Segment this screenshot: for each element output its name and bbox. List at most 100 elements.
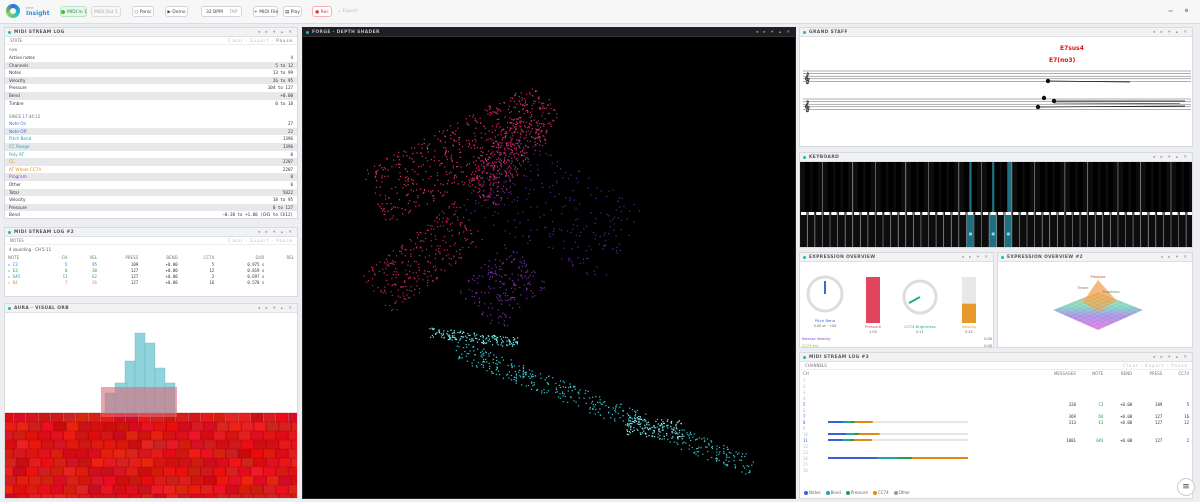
- black-key[interactable]: [888, 162, 894, 212]
- staff-notation: E7sus4 E7(no3) 𝄞𝄞: [803, 45, 1191, 112]
- since-row: Velocity 18 to 95: [9, 197, 293, 203]
- panel-header[interactable]: MIDI STREAM LOG #2 ◂ ▸ ▾ ▴ ✕: [5, 228, 297, 237]
- menu-fab-button[interactable]: ≡: [1177, 478, 1195, 496]
- black-key[interactable]: [1108, 162, 1114, 212]
- pause-button[interactable]: Pause: [276, 238, 293, 243]
- expression-3d-surface[interactable]: Pressure Timbre Brightness: [998, 262, 1193, 348]
- point: [439, 253, 441, 255]
- monitor-icon[interactable]: ▭: [1164, 6, 1177, 17]
- black-key[interactable]: [1047, 162, 1053, 212]
- black-key[interactable]: [835, 162, 841, 212]
- black-key[interactable]: [1054, 162, 1061, 212]
- black-key[interactable]: [986, 162, 993, 212]
- point: [480, 150, 482, 153]
- midi-input-select[interactable]: MIDI In 1: [60, 6, 87, 17]
- point: [475, 120, 478, 122]
- panel-header[interactable]: GRAND STAFF ◂ ▸ ▾ ▴ ✕: [800, 28, 1192, 37]
- panel-controls[interactable]: ◂ ▸ ▾ ▴ ✕: [258, 304, 294, 313]
- black-key[interactable]: [971, 162, 977, 212]
- black-key[interactable]: [1092, 162, 1099, 212]
- black-key[interactable]: [1176, 162, 1182, 212]
- black-key[interactable]: [964, 162, 970, 212]
- export-log-button[interactable]: Export: [1145, 363, 1164, 368]
- panel-controls[interactable]: ◂ ▸ ▾ ▴ ✕: [756, 28, 792, 37]
- table-row[interactable]: 16: [800, 467, 1192, 473]
- pause-button[interactable]: Pause: [276, 38, 293, 43]
- black-key[interactable]: [1130, 162, 1137, 212]
- panel-controls[interactable]: ◂ ▸ ▾ ▴ ✕: [258, 28, 294, 37]
- black-key[interactable]: [941, 162, 947, 212]
- point: [662, 429, 664, 431]
- point: [510, 297, 512, 299]
- black-key[interactable]: [1024, 162, 1030, 212]
- black-key[interactable]: [1183, 162, 1190, 212]
- panel-header[interactable]: MIDI STREAM LOG ◂ ▸ ▾ ▴ ✕: [5, 28, 297, 37]
- point: [426, 203, 428, 205]
- black-key[interactable]: [1153, 162, 1159, 212]
- table-row[interactable]: ▸ D4 7 26 127 +0.00 16 0.570 s: [5, 279, 297, 285]
- point: [412, 182, 414, 184]
- export-log-button[interactable]: Export: [250, 38, 269, 43]
- demo-button[interactable]: ▶ Demo: [165, 6, 188, 17]
- black-key[interactable]: [948, 162, 955, 212]
- black-key[interactable]: [827, 162, 833, 212]
- midi-output-select[interactable]: MIDI Out 1: [91, 6, 121, 17]
- depth-shader-canvas[interactable]: [303, 37, 796, 499]
- black-key[interactable]: [842, 162, 849, 212]
- black-key[interactable]: [1077, 162, 1083, 212]
- black-key[interactable]: [865, 162, 871, 212]
- clear-button[interactable]: Clear: [228, 238, 243, 243]
- panel-controls[interactable]: ◂ ▸ ▾ ▴ ✕: [258, 228, 294, 237]
- black-key[interactable]: [1001, 162, 1008, 212]
- black-key[interactable]: [804, 162, 811, 212]
- panel-controls[interactable]: ◂ ▸ ▾ ✕: [962, 253, 990, 262]
- panel-header[interactable]: FORGE · DEPTH SHADER ◂ ▸ ▾ ▴ ✕: [303, 28, 795, 37]
- bpm-control[interactable]: 32 BPM TAP: [201, 6, 242, 17]
- panel-header[interactable]: EXPRESSION OVERVIEW ◂ ▸ ▾ ✕: [800, 253, 993, 262]
- point: [413, 201, 415, 203]
- black-key[interactable]: [812, 162, 818, 212]
- black-key[interactable]: [933, 162, 940, 212]
- black-key[interactable]: [1145, 162, 1152, 212]
- panel-header[interactable]: AURA · VISUAL ORB ◂ ▸ ▾ ▴ ✕: [5, 304, 297, 313]
- point: [496, 166, 499, 168]
- point: [535, 145, 537, 147]
- play-button[interactable]: ▤ Play: [283, 6, 302, 17]
- black-key[interactable]: [1017, 162, 1023, 212]
- panel-header[interactable]: KEYBOARD ◂ ▸ ▾ ▴ ✕: [800, 153, 1192, 162]
- export-log-button[interactable]: Export: [250, 238, 269, 243]
- pause-button[interactable]: Pause: [1171, 363, 1188, 368]
- piano-keyboard[interactable]: [800, 161, 1193, 248]
- point: [501, 300, 503, 302]
- orb-visualization[interactable]: [5, 313, 298, 499]
- panel-controls[interactable]: ◂ ▸ ▾ ▴ ✕: [1153, 353, 1189, 362]
- panic-button[interactable]: ○ Panic: [132, 6, 154, 17]
- black-key[interactable]: [1161, 162, 1167, 212]
- panel-controls[interactable]: ◂ ▸ ▾ ✕: [1161, 253, 1189, 262]
- point: [498, 152, 500, 154]
- clear-button[interactable]: Clear: [1123, 363, 1138, 368]
- panel-controls[interactable]: ◂ ▸ ▾ ▴ ✕: [1153, 153, 1189, 162]
- black-key[interactable]: [994, 162, 1000, 212]
- black-key[interactable]: [911, 162, 917, 212]
- point: [402, 261, 404, 263]
- clear-button[interactable]: Clear: [228, 38, 243, 43]
- black-key[interactable]: [857, 162, 864, 212]
- midi-file-button[interactable]: + MIDI File: [253, 6, 278, 17]
- black-key[interactable]: [895, 162, 902, 212]
- black-key[interactable]: [1100, 162, 1106, 212]
- point: [410, 286, 412, 288]
- black-key[interactable]: [1123, 162, 1129, 212]
- record-button[interactable]: ● Rec: [312, 6, 332, 17]
- black-key[interactable]: [1039, 162, 1046, 212]
- settings-icon[interactable]: ⚙: [1180, 6, 1193, 17]
- black-key[interactable]: [880, 162, 886, 212]
- black-key[interactable]: [918, 162, 924, 212]
- panel-header[interactable]: MIDI STREAM LOG #3 ◂ ▸ ▾ ▴ ✕: [800, 353, 1192, 362]
- panel-controls[interactable]: ◂ ▸ ▾ ▴ ✕: [1153, 28, 1189, 37]
- panel-header[interactable]: EXPRESSION OVERVIEW #2 ◂ ▸ ▾ ✕: [998, 253, 1192, 262]
- point: [488, 362, 490, 364]
- export-button[interactable]: ⇣ Export: [336, 6, 359, 17]
- black-key[interactable]: [1070, 162, 1076, 212]
- point: [500, 196, 502, 199]
